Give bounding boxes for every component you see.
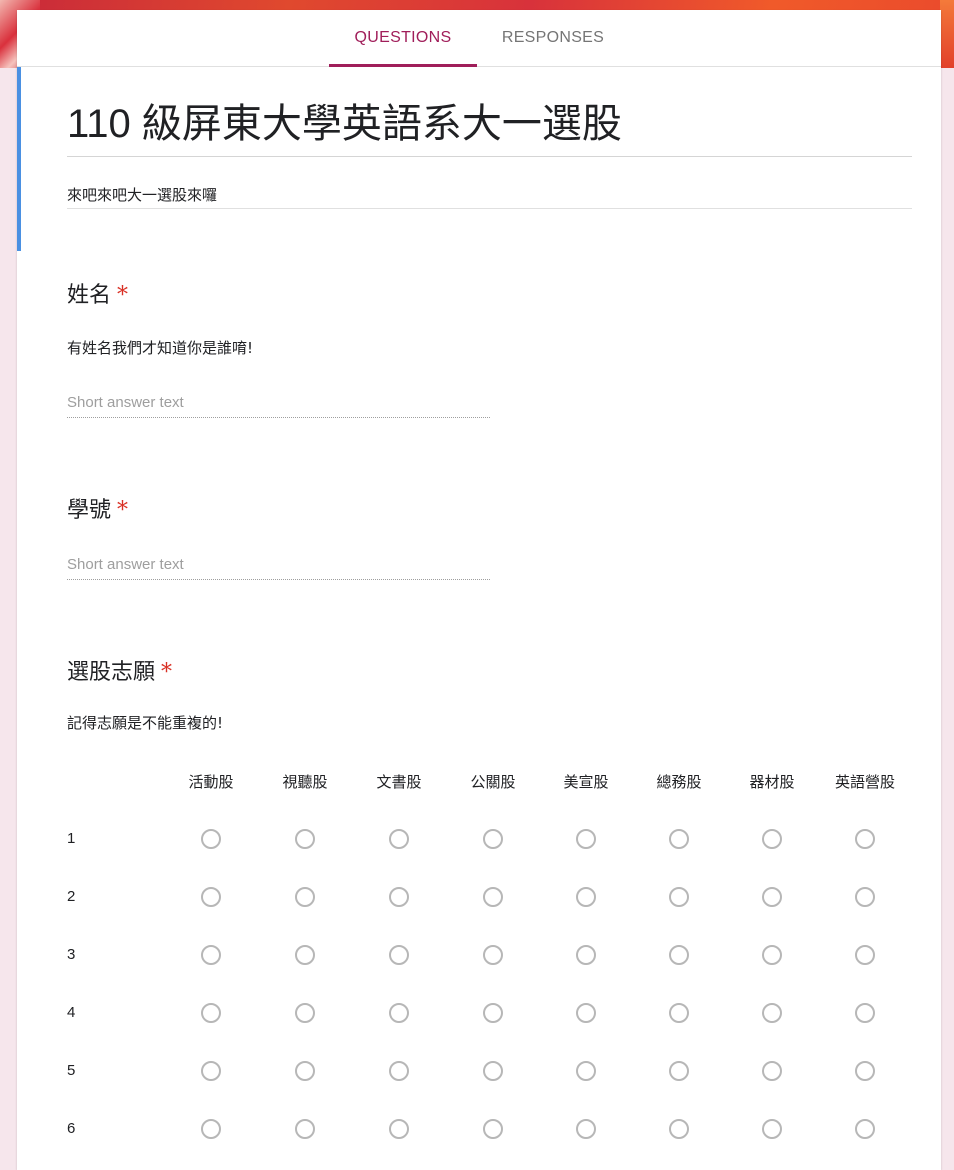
question-preference-title[interactable]: 選股志願 * [67,658,172,688]
required-asterisk: * [161,660,173,685]
short-answer-field-student-id[interactable]: Short answer text [67,551,490,580]
grid-row-label: 3 [67,946,76,963]
grid-radio-button[interactable] [576,829,596,849]
grid-radio-button[interactable] [669,945,689,965]
tab-responses[interactable]: RESPONSES [477,10,629,66]
grid-radio-button[interactable] [576,945,596,965]
grid-radio-button[interactable] [483,1061,503,1081]
grid-radio-button[interactable] [576,887,596,907]
tab-responses-label: RESPONSES [501,29,605,46]
tab-questions[interactable]: QUESTIONS [329,10,477,67]
active-tab-indicator [329,64,477,67]
grid-radio-button[interactable] [762,829,782,849]
grid-radio-button[interactable] [762,1003,782,1023]
grid-radio-button[interactable] [483,1003,503,1023]
grid-radio-button[interactable] [576,1003,596,1023]
grid-row-label: 1 [67,830,76,847]
grid-radio-button[interactable] [762,1119,782,1139]
grid-radio-button[interactable] [762,945,782,965]
grid-radio-button[interactable] [483,887,503,907]
header-section-accent [17,67,21,251]
required-asterisk: * [117,498,129,523]
grid-radio-button[interactable] [855,1119,875,1139]
grid-radio-button[interactable] [762,1061,782,1081]
question-preference-description: 記得志願是不能重複的! [67,714,224,732]
grid-radio-button[interactable] [389,945,409,965]
grid-radio-button[interactable] [295,945,315,965]
grid-radio-button[interactable] [295,1119,315,1139]
question-title-text: 姓名 [67,283,112,308]
question-name-title[interactable]: 姓名 * [67,281,128,311]
grid-radio-button[interactable] [669,887,689,907]
grid-radio-button[interactable] [855,829,875,849]
grid-row-label: 2 [67,888,76,905]
grid-radio-button[interactable] [669,1003,689,1023]
grid-radio-button[interactable] [389,829,409,849]
question-student-id-title[interactable]: 學號 * [67,496,128,526]
form-description[interactable]: 來吧來吧大一選股來囉 [67,182,912,209]
tab-questions-label: QUESTIONS [354,29,452,46]
grid-row-label: 4 [67,1004,76,1021]
question-title-text: 選股志願 [67,660,156,685]
grid-radio-button[interactable] [855,887,875,907]
grid-radio-button[interactable] [201,1061,221,1081]
grid-radio-button[interactable] [576,1119,596,1139]
grid-radio-button[interactable] [483,945,503,965]
grid-radio-button[interactable] [389,1003,409,1023]
grid-radio-button[interactable] [483,1119,503,1139]
tab-bar: QUESTIONS RESPONSES [17,10,941,67]
grid-radio-button[interactable] [762,887,782,907]
grid-radio-button[interactable] [295,887,315,907]
short-answer-field-name[interactable]: Short answer text [67,389,490,418]
grid-radio-button[interactable] [295,829,315,849]
grid-radio-button[interactable] [201,1119,221,1139]
question-title-text: 學號 [67,498,112,523]
grid-radio-button[interactable] [201,1003,221,1023]
banner-decoration [940,0,954,68]
grid-radio-button[interactable] [669,1061,689,1081]
required-asterisk: * [117,283,129,308]
grid-radio-button[interactable] [855,945,875,965]
grid-radio-button[interactable] [201,829,221,849]
grid-radio-button[interactable] [576,1061,596,1081]
grid-radio-button[interactable] [669,829,689,849]
grid-radio-button[interactable] [855,1003,875,1023]
question-name-description: 有姓名我們才知道你是誰唷! [67,339,254,357]
grid-radio-button[interactable] [201,887,221,907]
grid-radio-button[interactable] [201,945,221,965]
grid-radio-button[interactable] [483,829,503,849]
grid-radio-button[interactable] [295,1003,315,1023]
grid-radio-button[interactable] [389,1119,409,1139]
form-title[interactable]: 110 級屏東大學英語系大一選股 [67,92,912,157]
grid-radio-button[interactable] [389,1061,409,1081]
grid-radio-button[interactable] [389,887,409,907]
grid-radio-button[interactable] [855,1061,875,1081]
form-card: QUESTIONS RESPONSES 110 級屏東大學英語系大一選股 來吧來… [17,10,941,1170]
grid-row-label: 6 [67,1120,76,1137]
grid-row-label: 5 [67,1062,76,1079]
grid-column-header: 英語營股 [834,773,895,791]
grid-radio-button[interactable] [669,1119,689,1139]
grid-radio-button[interactable] [295,1061,315,1081]
